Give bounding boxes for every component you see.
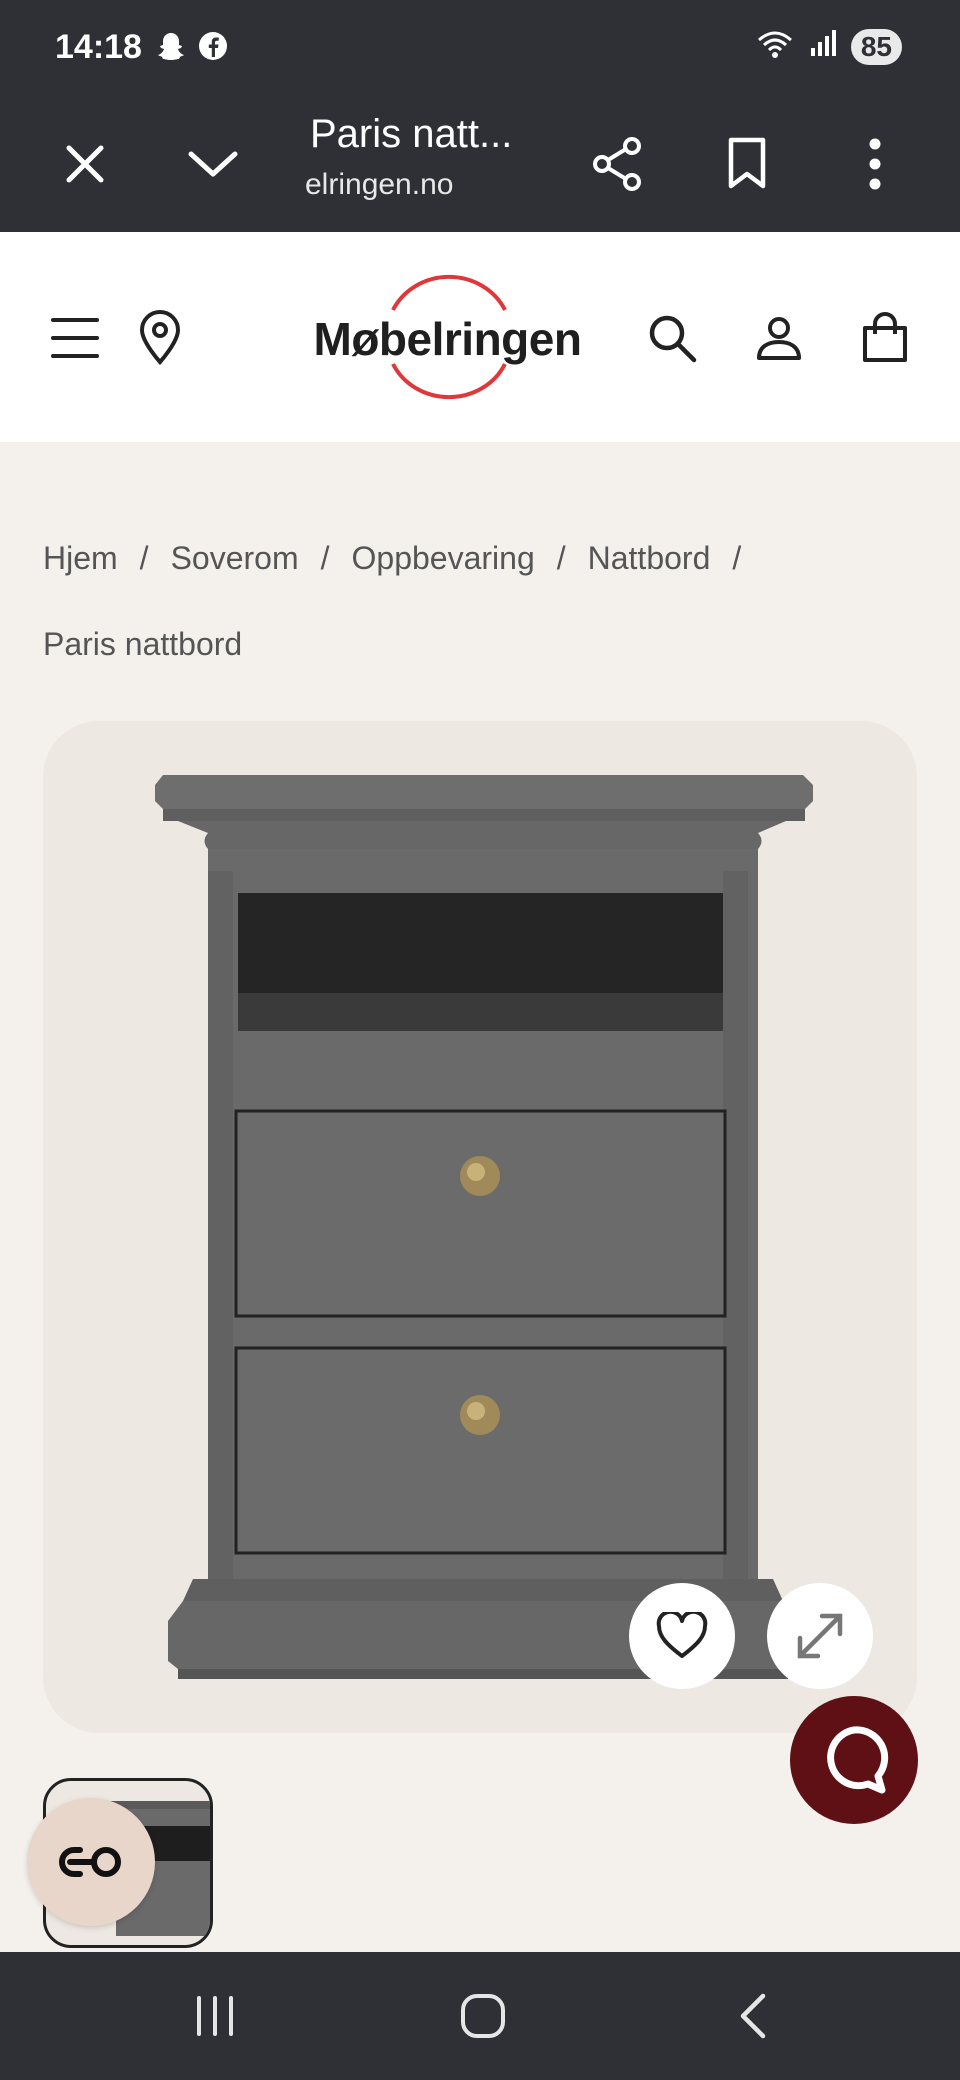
cookie-settings-icon <box>59 1847 121 1877</box>
chat-button[interactable] <box>790 1696 918 1824</box>
logo-text: Møbelringen <box>313 313 582 365</box>
status-app-icons <box>155 30 229 67</box>
more-vert-icon[interactable] <box>835 124 915 204</box>
page-url[interactable]: elringen.no <box>305 168 453 202</box>
site-logo[interactable]: Møbelringen <box>305 272 590 402</box>
signal-icon <box>807 28 839 65</box>
battery-indicator: 85 <box>850 28 902 65</box>
location-icon[interactable] <box>120 298 200 378</box>
share-icon[interactable] <box>578 124 658 204</box>
back-icon[interactable] <box>713 1976 793 2056</box>
browser-toolbar: Paris natt... elringen.no <box>0 96 960 232</box>
expand-image-button[interactable] <box>767 1583 873 1689</box>
chevron-down-icon[interactable] <box>173 124 253 204</box>
expand-icon <box>797 1613 843 1659</box>
breadcrumb-hjem[interactable]: Hjem <box>43 515 118 601</box>
breadcrumb-soverom[interactable]: Soverom <box>171 515 299 601</box>
bookmark-icon[interactable] <box>707 124 787 204</box>
chat-icon <box>827 1726 889 1794</box>
heart-icon <box>656 1612 708 1658</box>
user-icon[interactable] <box>739 298 819 378</box>
breadcrumb-separator: / <box>556 540 566 576</box>
search-icon[interactable] <box>632 298 712 378</box>
site-header: Møbelringen <box>0 232 960 442</box>
recent-apps-icon[interactable] <box>175 1976 255 2056</box>
breadcrumb: Hjem / Soverom / Oppbevaring / Nattbord … <box>43 515 923 687</box>
home-icon[interactable] <box>443 1976 523 2056</box>
product-image-card[interactable] <box>43 721 917 1733</box>
breadcrumb-nattbord[interactable]: Nattbord <box>588 515 711 601</box>
status-time: 14:18 <box>55 28 142 66</box>
status-system-icons: 85 <box>755 28 902 65</box>
nightstand-product-image <box>155 775 813 1679</box>
breadcrumb-separator: / <box>139 540 149 576</box>
breadcrumb-oppbevaring[interactable]: Oppbevaring <box>352 515 535 601</box>
wifi-icon <box>755 28 795 65</box>
close-icon[interactable] <box>45 124 125 204</box>
menu-icon[interactable] <box>35 298 115 378</box>
wishlist-button[interactable] <box>629 1583 735 1689</box>
cart-icon[interactable] <box>845 298 925 378</box>
cookie-consent-button[interactable] <box>27 1798 155 1926</box>
breadcrumb-separator: / <box>320 540 330 576</box>
snapchat-icon <box>155 30 187 67</box>
breadcrumb-current: Paris nattbord <box>43 626 243 662</box>
facebook-icon <box>197 30 229 67</box>
system-nav-bar <box>0 1952 960 2080</box>
page-title[interactable]: Paris natt... <box>310 112 512 157</box>
breadcrumb-separator: / <box>732 540 742 576</box>
status-bar: 14:18 85 <box>0 0 960 96</box>
